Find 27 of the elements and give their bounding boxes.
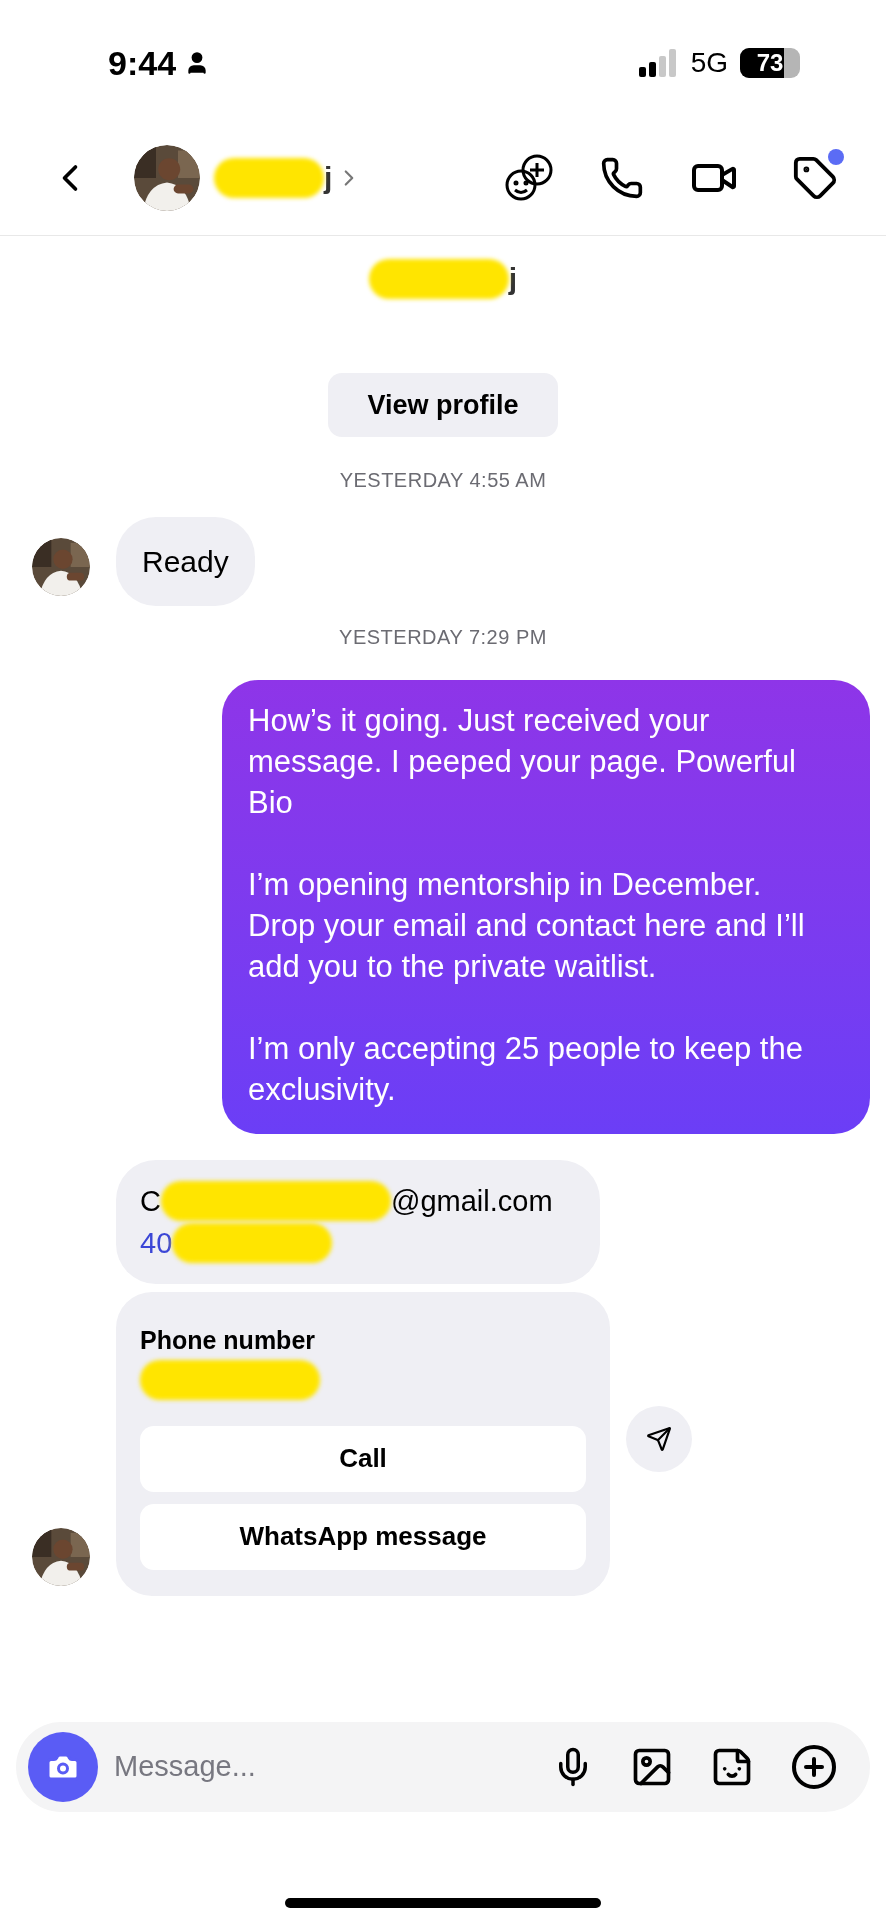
- message-input[interactable]: Message...: [114, 1745, 552, 1789]
- phone-icon[interactable]: [600, 155, 644, 200]
- email-text: C: [140, 1184, 161, 1219]
- profile-name: j: [508, 261, 518, 297]
- phone-link[interactable]: 40: [140, 1222, 173, 1264]
- signal-icon: [638, 49, 679, 77]
- message-text: How’s it going. Just received your message. I peeped your page. Powerful Bio: [248, 702, 797, 822]
- message-field[interactable]: Message...: [16, 1722, 870, 1812]
- contact-name[interactable]: j: [324, 155, 333, 200]
- clock-time: 9:44: [108, 42, 177, 84]
- message-text: I’m only accepting 25 people to keep the exclusivity.: [248, 1030, 804, 1109]
- email-text: @gmail.com: [390, 1184, 553, 1219]
- add-effect-icon[interactable]: [504, 152, 554, 203]
- timestamp: YESTERDAY 4:55 AM: [339, 468, 547, 493]
- tag-icon: [792, 154, 838, 201]
- battery-indicator: 73: [740, 48, 800, 78]
- view-profile-button[interactable]: View profile: [328, 373, 558, 437]
- camera-button[interactable]: [28, 1732, 98, 1802]
- message-text: I’m opening mentorship in December. Drop your email and contact here and I’ll add you to the private waitlist.: [248, 866, 806, 986]
- card-title: Phone number: [140, 1325, 316, 1356]
- action-button[interactable]: Call: [140, 1425, 586, 1492]
- message-bubble: Ready: [116, 517, 255, 606]
- add-icon[interactable]: [790, 1743, 838, 1791]
- network-label: 5G: [690, 46, 728, 80]
- send-icon: [646, 1425, 672, 1452]
- action-button[interactable]: WhatsApp message: [140, 1503, 586, 1570]
- timestamp: YESTERDAY 7:29 PM: [339, 625, 547, 650]
